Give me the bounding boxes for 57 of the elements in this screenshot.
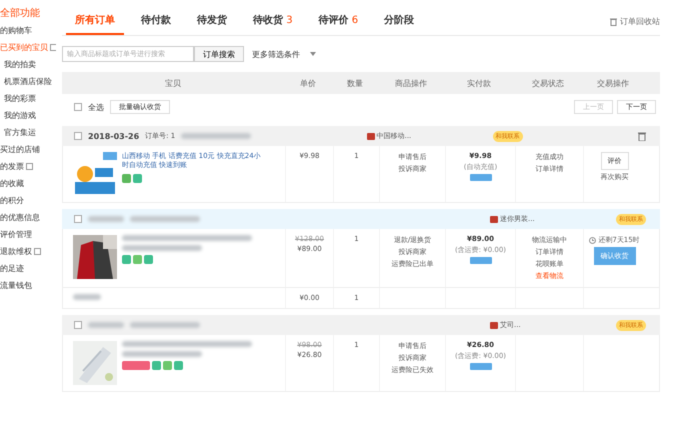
redacted-text xyxy=(88,322,124,328)
expand-icon[interactable] xyxy=(26,162,33,170)
sidebar-item[interactable]: 评价管理 xyxy=(0,228,32,240)
sidebar-item[interactable]: 流量钱包 xyxy=(0,280,32,290)
checkbox[interactable] xyxy=(74,103,82,111)
sidebar-item[interactable]: 我的彩票 xyxy=(4,92,36,104)
redacted-text xyxy=(181,133,252,139)
trash-icon[interactable] xyxy=(638,132,646,140)
shop-icon xyxy=(490,216,498,222)
expand-icon[interactable] xyxy=(50,44,56,50)
sidebar-item[interactable]: 的足迹 xyxy=(0,262,24,274)
checkbox[interactable] xyxy=(74,132,82,140)
sidebar-item[interactable]: 买过的店铺 xyxy=(0,144,40,154)
checkbox[interactable] xyxy=(74,321,82,329)
column-header: 交易操作 xyxy=(596,78,630,88)
redacted-text xyxy=(130,216,200,222)
sidebar-item[interactable]: 的收藏 xyxy=(0,178,24,188)
order-date: 2018-03-26 xyxy=(88,132,140,140)
sidebar-item[interactable]: 已买到的宝贝 xyxy=(0,42,48,52)
tab[interactable]: 待付款 xyxy=(132,13,180,35)
sidebar-item[interactable]: 官方集运 xyxy=(4,126,36,138)
sidebar-item[interactable]: 的购物车 xyxy=(0,24,32,36)
column-header: 宝贝 xyxy=(164,78,182,88)
order-type-badge xyxy=(470,257,492,264)
search-button[interactable]: 订单搜索 xyxy=(194,46,244,62)
redacted-text xyxy=(73,294,101,300)
recycle-bin-link[interactable]: 订单回收站 xyxy=(620,16,660,27)
sidebar-item[interactable]: 机票酒店保险 xyxy=(4,76,52,86)
column-header: 单价 xyxy=(299,78,317,88)
shop-icon xyxy=(366,132,375,140)
sidebar-item[interactable]: 退款维权 xyxy=(0,246,32,256)
tab[interactable]: 待评价 6 xyxy=(310,13,368,35)
sidebar-item[interactable]: 我的游戏 xyxy=(4,110,36,120)
column-header: 商品操作 xyxy=(394,78,428,88)
sidebar-item[interactable]: 全部功能 xyxy=(0,6,40,20)
select-all-label: 全选 xyxy=(88,102,104,112)
tab[interactable]: 待发货 xyxy=(188,13,236,35)
caret-icon xyxy=(310,52,316,56)
tab[interactable]: 待收货 3 xyxy=(244,13,302,35)
tab[interactable]: 分阶段 xyxy=(375,13,424,35)
sidebar-item[interactable]: 的发票 xyxy=(0,160,24,172)
shop-icon xyxy=(490,322,498,328)
column-header: 交易状态 xyxy=(531,78,565,88)
redacted-text xyxy=(130,322,200,328)
column-header: 实付款 xyxy=(466,78,492,88)
sidebar-item[interactable]: 的优惠信息 xyxy=(0,212,40,222)
redacted-text xyxy=(88,216,124,222)
sidebar-item[interactable]: 我的拍卖 xyxy=(4,58,36,70)
clock-icon xyxy=(589,236,596,244)
checkbox[interactable] xyxy=(74,215,82,223)
order-type-badge xyxy=(470,363,492,370)
expand-icon[interactable] xyxy=(34,248,41,254)
order-type-badge xyxy=(470,174,492,181)
column-header: 数量 xyxy=(346,78,364,88)
trash-icon[interactable] xyxy=(610,18,617,26)
sidebar-item[interactable]: 的积分 xyxy=(0,194,24,206)
more-filters-link[interactable]: 更多筛选条件 xyxy=(252,48,300,60)
